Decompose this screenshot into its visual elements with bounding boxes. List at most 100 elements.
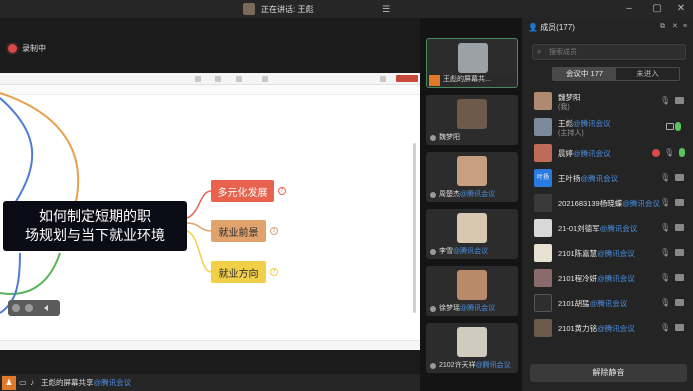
video-tile[interactable]: 王彪的屏幕共... [426, 38, 518, 88]
member-row[interactable]: 21-01刘德军@腾讯会议 🎙 [532, 217, 690, 239]
pen-icon[interactable] [12, 304, 20, 312]
mic-muted-icon[interactable]: 🎙 [664, 148, 674, 157]
member-row[interactable]: 魏梦阳 (我) 🎙 [532, 90, 690, 112]
sharer-tag: @腾讯会议 [93, 378, 132, 387]
member-name: 2101黄力铭@腾讯会议 [558, 324, 635, 333]
shared-screen: 录制中 如何制定短期的职 场规划与当下就业环境 多元化发展 7 就业前景 3 就… [0, 18, 420, 374]
member-row[interactable]: 叶扬 王叶扬@腾讯会议 🎙 [532, 167, 690, 189]
camera-off-icon[interactable] [675, 274, 684, 281]
mic-active-icon[interactable] [675, 122, 681, 131]
mic-muted-icon [430, 249, 436, 255]
unmute-all-button[interactable]: 解除静音 [530, 364, 687, 382]
search-input[interactable] [549, 47, 679, 57]
video-thumbnail [458, 43, 488, 73]
video-name: 李雪@腾讯会议 [439, 248, 489, 255]
camera-off-icon[interactable] [675, 249, 684, 256]
avatar [534, 144, 552, 162]
more-icon[interactable]: ≡ [683, 23, 691, 31]
member-name: 王叶扬@腾讯会议 [558, 174, 619, 183]
collapse-arrow-icon[interactable] [44, 305, 48, 311]
node-count-badge[interactable]: 7 [278, 187, 286, 195]
mindmap-node-diversify[interactable]: 多元化发展 [211, 180, 274, 202]
camera-off-icon[interactable] [675, 224, 684, 231]
tab-in-meeting[interactable]: 会议中 177 [553, 68, 616, 80]
title-bar: 正在讲话: 王彪 ☰ – ▢ ✕ [0, 0, 693, 18]
speaker-avatar [243, 3, 255, 15]
video-thumbnail [457, 327, 487, 357]
screen-share-icon: ▭ [19, 377, 27, 387]
avatar [534, 92, 552, 110]
recording-label: 录制中 [22, 44, 46, 53]
video-name: 魏梦阳 [439, 134, 460, 141]
member-search[interactable]: ⌕ [532, 44, 686, 60]
camera-off-icon[interactable] [675, 324, 684, 331]
doc-scrollbar[interactable] [413, 143, 416, 313]
avatar [534, 244, 552, 262]
mic-muted-icon[interactable]: 🎙 [660, 173, 670, 182]
member-role: (我) [558, 104, 570, 111]
member-row[interactable]: 2021683139杨晓蝶@腾讯会议 🎙 [532, 192, 690, 214]
close-icon[interactable]: ✕ [675, 3, 687, 15]
camera-on-icon[interactable] [679, 148, 685, 157]
mic-muted-icon[interactable]: 🎙 [660, 96, 670, 105]
camera-off-icon[interactable] [675, 97, 684, 104]
mindmap-root-node[interactable]: 如何制定短期的职 场规划与当下就业环境 [3, 201, 187, 251]
mic-muted-icon [430, 363, 436, 369]
floating-toolbar[interactable] [8, 300, 60, 316]
mic-muted-icon [430, 192, 436, 198]
member-row[interactable]: 2101黄力铭@腾讯会议 🎙 [532, 317, 690, 339]
video-name: 周楚杰@腾讯会议 [439, 191, 496, 198]
record-icon [652, 149, 660, 157]
avatar [534, 194, 552, 212]
popout-icon[interactable]: ⧉ [660, 23, 668, 31]
record-icon [8, 44, 17, 53]
menu-icon[interactable]: ☰ [382, 4, 392, 14]
tab-not-joined[interactable]: 未进入 [616, 68, 679, 80]
mindmap-node-direction[interactable]: 就业方向 [211, 261, 266, 283]
search-icon: ⌕ [537, 47, 542, 56]
video-thumbnail [457, 270, 487, 300]
share-label-bar: 王彪的屏幕共... [427, 74, 517, 87]
mic-muted-icon[interactable]: 🎙 [660, 323, 670, 332]
minimize-icon[interactable]: – [623, 3, 635, 15]
mic-muted-icon[interactable]: 🎙 [660, 223, 670, 232]
video-name: 2102许天祥@腾讯会议 [439, 362, 511, 369]
video-tile[interactable]: 魏梦阳 [426, 95, 518, 145]
root-line-2: 场规划与当下就业环境 [25, 227, 165, 243]
shared-document[interactable]: 如何制定短期的职 场规划与当下就业环境 多元化发展 7 就业前景 3 就业方向 … [0, 73, 420, 350]
maximize-icon[interactable]: ▢ [651, 3, 663, 15]
node-count-badge[interactable]: 7 [270, 268, 278, 276]
video-tile[interactable]: 2102许天祥@腾讯会议 [426, 323, 518, 373]
member-tabs: 会议中 177 未进入 [552, 67, 680, 81]
bottom-status-bar: ♟ ▭ ♪ 王彪的屏幕共享 @腾讯会议 [0, 374, 420, 391]
member-role: (主持人) [558, 130, 584, 137]
member-row[interactable]: 2101胡猛@腾讯会议 🎙 [532, 292, 690, 314]
chat-icon[interactable] [25, 304, 33, 312]
video-name: 徐梦瑶@腾讯会议 [439, 305, 496, 312]
doc-statusbar [0, 340, 420, 350]
member-row[interactable]: 2101陈嘉慧@腾讯会议 🎙 [532, 242, 690, 264]
node-count-badge[interactable]: 3 [270, 227, 278, 235]
mic-muted-icon [430, 306, 436, 312]
member-row[interactable]: 2101程冷妍@腾讯会议 🎙 [532, 267, 690, 289]
speaking-label: 正在讲话: 王彪 [261, 4, 314, 14]
close-panel-icon[interactable]: ✕ [672, 23, 680, 31]
member-row[interactable]: 王彪@腾讯会议 (主持人) [532, 116, 690, 138]
video-tile[interactable]: 周楚杰@腾讯会议 [426, 152, 518, 202]
share-user-icon [429, 75, 440, 86]
camera-off-icon[interactable] [675, 299, 684, 306]
video-name: 王彪的屏幕共... [443, 76, 491, 83]
mic-muted-icon[interactable]: 🎙 [660, 248, 670, 257]
screen-share-icon [666, 123, 674, 130]
mindmap-node-prospects[interactable]: 就业前景 [211, 220, 266, 242]
mic-muted-icon[interactable]: 🎙 [660, 198, 670, 207]
member-row[interactable]: 晨婷@腾讯会议 🎙 [532, 142, 690, 164]
avatar [534, 269, 552, 287]
mic-muted-icon[interactable]: 🎙 [660, 273, 670, 282]
video-tile[interactable]: 徐梦瑶@腾讯会议 [426, 266, 518, 316]
mic-muted-icon[interactable]: 🎙 [660, 298, 670, 307]
root-line-1: 如何制定短期的职 [39, 208, 151, 224]
video-tile[interactable]: 李雪@腾讯会议 [426, 209, 518, 259]
camera-off-icon[interactable] [675, 174, 684, 181]
camera-off-icon[interactable] [675, 199, 684, 206]
